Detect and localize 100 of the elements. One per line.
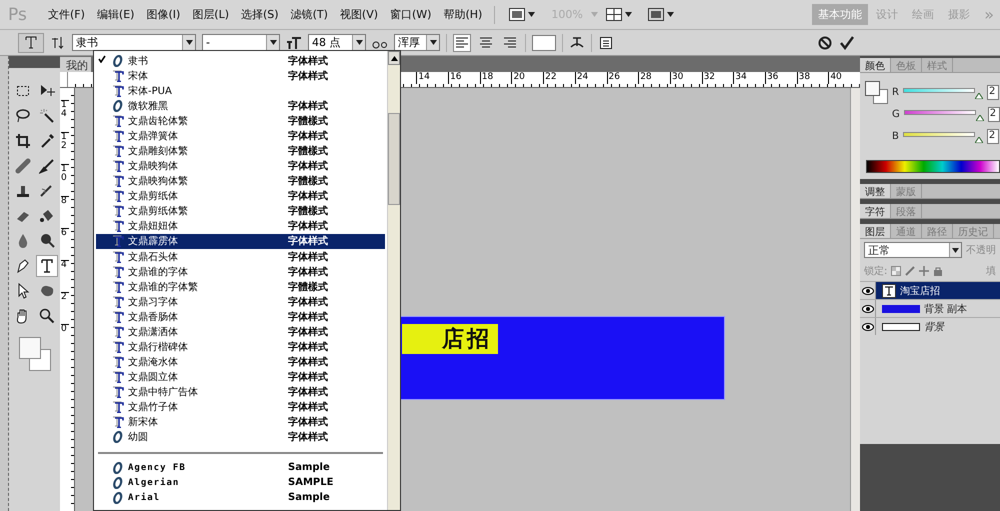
- font-family-field[interactable]: 隶书: [72, 34, 196, 51]
- truetype-icon: [112, 356, 124, 368]
- blend-mode-field[interactable]: 正常: [864, 242, 962, 258]
- slider-thumb-icon[interactable]: [974, 92, 983, 98]
- eye-icon[interactable]: [862, 322, 874, 330]
- font-list-item[interactable]: Algerian SAMPLE: [96, 475, 385, 490]
- channel-value-field[interactable]: 2: [988, 106, 1000, 122]
- font-list-item[interactable]: 新宋体 字体样式: [96, 414, 385, 430]
- font-list-item[interactable]: 文鼎香肠体 字体样式: [96, 309, 385, 324]
- caret-icon: [624, 12, 632, 17]
- ruler-number: 34: [733, 72, 765, 84]
- fullscreen-button[interactable]: [648, 8, 674, 21]
- align-left-button[interactable]: [453, 34, 471, 52]
- type-tool-icon[interactable]: [18, 32, 44, 52]
- layer-name: 背景 副本: [924, 302, 968, 316]
- lock-brush-icon[interactable]: [905, 266, 916, 276]
- font-list-item[interactable]: 文鼎石头体 字体样式: [96, 249, 385, 264]
- truetype-icon: [112, 160, 124, 172]
- font-list-item[interactable]: 文鼎圆立体 字体样式: [96, 370, 385, 385]
- font-list-item[interactable]: 文鼎妞妞体 字体样式: [96, 218, 385, 234]
- channel-slider[interactable]: [902, 130, 983, 142]
- text-tool-icon[interactable]: [36, 255, 58, 277]
- font-size-icon: [286, 36, 302, 50]
- font-list-item[interactable]: Arial Sample: [96, 490, 385, 506]
- eye-icon[interactable]: [862, 304, 874, 312]
- color-swatches[interactable]: [865, 81, 889, 105]
- caret-icon: [528, 12, 536, 17]
- layer-row[interactable]: 淘宝店招: [860, 281, 1000, 299]
- channel-value-field[interactable]: 2: [986, 128, 999, 144]
- menu-item[interactable]: 编辑(E): [90, 7, 140, 22]
- layer-row[interactable]: 背景: [860, 317, 1000, 335]
- font-list-item[interactable]: 文鼎剪纸体繁 字體樣式: [96, 204, 385, 219]
- font-list-item[interactable]: 文鼎行楷碑体 字体样式: [96, 339, 385, 355]
- font-list-item[interactable]: 文鼎中特广告体 字体样式: [96, 384, 385, 400]
- eye-icon[interactable]: [862, 286, 874, 294]
- slider-thumb-icon[interactable]: [976, 114, 984, 120]
- font-list-item[interactable]: 文鼎剪纸体 字体样式: [96, 188, 385, 204]
- cancel-icon[interactable]: [818, 36, 832, 50]
- caret-icon: [952, 248, 959, 252]
- lock-icon[interactable]: [933, 266, 944, 276]
- font-list-item[interactable]: 隶书 字体样式: [96, 53, 385, 68]
- document-tab[interactable]: 我的: [60, 57, 91, 72]
- font-list-item[interactable]: 文鼎竹子体 字体样式: [96, 400, 385, 415]
- channel-value-field[interactable]: 2: [986, 84, 999, 100]
- text-color-swatch[interactable]: [532, 34, 556, 50]
- menu-item[interactable]: 选择(S): [235, 7, 285, 22]
- font-list-item[interactable]: 微软雅黑 字体样式: [96, 98, 385, 114]
- lock-move-icon[interactable]: [919, 266, 930, 276]
- font-list-item[interactable]: 文鼎弹簧体 字体样式: [96, 128, 385, 144]
- text-layer-icon: [882, 284, 896, 298]
- font-list-item[interactable]: 文鼎潇洒体 字体样式: [96, 324, 385, 340]
- panel-toggle-icon[interactable]: [598, 34, 614, 50]
- panel-tab[interactable]: 图层: [860, 224, 891, 238]
- text-orientation-icon[interactable]: [50, 36, 66, 50]
- menu-item[interactable]: 窗口(W): [384, 7, 438, 22]
- scroll-thumb[interactable]: [388, 113, 400, 205]
- color-spectrum[interactable]: [866, 160, 1000, 173]
- opacity-label: 不透明: [966, 244, 996, 257]
- antialias-field[interactable]: 浑厚: [394, 34, 440, 51]
- font-list-item[interactable]: Agency FB Sample: [96, 460, 385, 476]
- menu-item[interactable]: 视图(V): [334, 7, 384, 22]
- font-list-item[interactable]: 文鼎映狗体繁 字體樣式: [96, 174, 385, 189]
- panel-tab[interactable]: 字符: [860, 204, 891, 218]
- menu-item[interactable]: 帮助(H): [437, 7, 488, 22]
- font-list-item[interactable]: 文鼎习字体 字体样式: [96, 294, 385, 310]
- truetype-icon: [112, 175, 124, 188]
- menu-item[interactable]: 滤镜(T): [284, 7, 334, 22]
- font-list-item[interactable]: 宋体-PUA: [96, 83, 385, 98]
- truetype-icon: [112, 280, 124, 293]
- menu-item[interactable]: 图层(L): [186, 7, 236, 22]
- font-list-item[interactable]: 文鼎齿轮体繁 字體樣式: [96, 113, 385, 128]
- font-list-item[interactable]: 文鼎雕刻体繁 字體樣式: [96, 143, 385, 159]
- menu-item[interactable]: 图像(I): [140, 7, 186, 22]
- font-list-item[interactable]: 幼圆 字体样式: [96, 430, 385, 446]
- font-style-field[interactable]: -: [202, 34, 280, 51]
- font-list-item[interactable]: 文鼎淹水体 字体样式: [96, 354, 385, 370]
- channel-label: B: [892, 130, 899, 142]
- scrollbar[interactable]: [850, 88, 860, 511]
- scrollbar[interactable]: [387, 51, 400, 510]
- opentype-icon: [113, 476, 123, 489]
- warp-text-icon[interactable]: [569, 34, 585, 50]
- menu-item[interactable]: 文件(F): [42, 7, 91, 22]
- slider-thumb-icon[interactable]: [974, 136, 983, 142]
- layer-row[interactable]: 背景 副本: [860, 299, 1000, 317]
- font-list-item[interactable]: 文鼎谁的字体繁 字體樣式: [96, 279, 385, 294]
- panel-tab[interactable]: 颜色: [860, 58, 891, 72]
- lock-transparency-icon[interactable]: [891, 266, 902, 276]
- screen-mode-button[interactable]: [509, 8, 536, 21]
- arrange-button[interactable]: [606, 8, 632, 21]
- font-list-item[interactable]: 文鼎映狗体 字体样式: [96, 158, 385, 174]
- truetype-icon: [112, 235, 124, 248]
- channel-slider[interactable]: [902, 86, 983, 98]
- font-list-item[interactable]: 文鼎谁的字体 字体样式: [96, 264, 385, 280]
- commit-icon[interactable]: [840, 36, 854, 50]
- font-size-field[interactable]: 48 点: [308, 34, 366, 51]
- truetype-icon: [112, 310, 124, 323]
- font-list-item[interactable]: 文鼎霹雳体 字体样式: [96, 234, 385, 250]
- panel-tab[interactable]: 调整: [860, 184, 891, 198]
- font-list-item[interactable]: 宋体 字体样式: [96, 68, 385, 84]
- channel-slider[interactable]: [904, 108, 984, 120]
